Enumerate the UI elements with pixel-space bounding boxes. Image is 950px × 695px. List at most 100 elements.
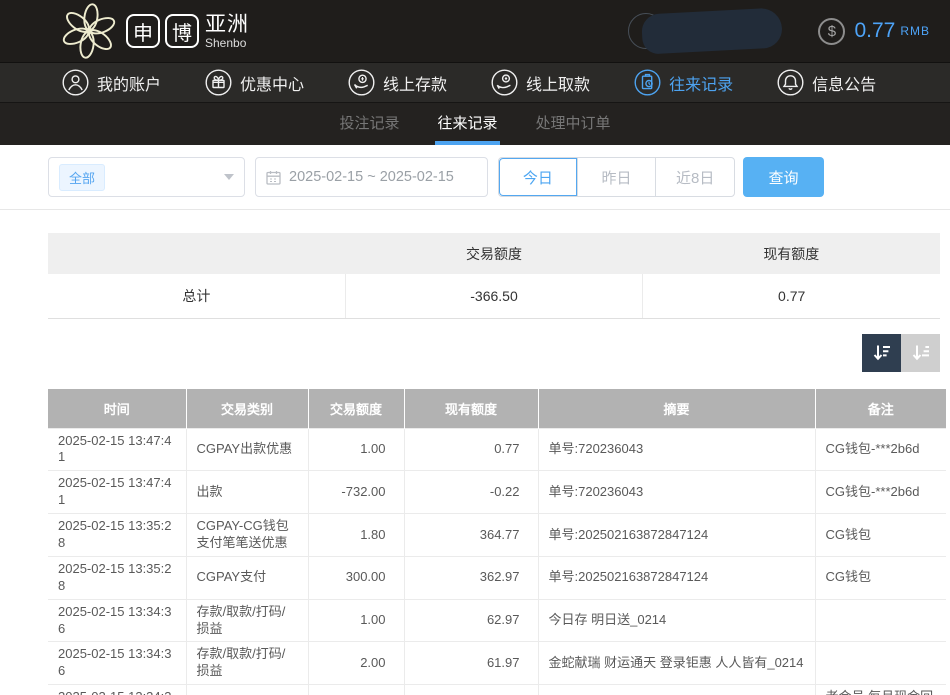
category-select[interactable]: 全部 [48,157,245,197]
table-row: 2025-02-15 13:34:36 存款/取款/打码/损益 2.00 61.… [48,642,946,685]
summary-total-label: 总计 [48,274,345,318]
nav-item-my-account[interactable]: 我的账户 [62,69,161,96]
cell-type: 存款/取款/打码/损益 [186,642,308,685]
cell-balance: 61.97 [404,642,538,685]
cell-note: 老会员 每月现金回馈 [815,685,946,695]
cell-balance: 362.97 [404,556,538,599]
quick-range-group: 今日 昨日 近8日 [498,157,735,197]
cell-summary: 单号:720236043 [538,428,815,471]
cell-time: 2025-02-15 13:47:41 [48,428,186,471]
summary-header-blank [48,233,345,274]
summary-balance-total: 0.77 [642,274,940,318]
table-row: 2025-02-15 13:34:33 活动优惠 58.00 59.97 老会员… [48,685,946,695]
cell-balance: -0.22 [404,471,538,514]
cell-note [815,642,946,685]
record-subtabs: 投注记录 往来记录 处理中订单 [0,102,950,145]
cell-amount: 2.00 [308,642,404,685]
nav-label: 优惠中心 [240,71,304,95]
cell-time: 2025-02-15 13:34:33 [48,685,186,695]
records-table: 时间 交易类别 交易额度 现有额度 摘要 备注 2025-02-15 13:47… [48,389,946,695]
redaction-blob [642,7,784,54]
sort-descending-button[interactable] [862,334,901,372]
summary-table: 交易额度 现有额度 总计 -366.50 0.77 [48,233,940,319]
cell-summary: 单号:202502163872847124 [538,514,815,557]
withdraw-icon [491,69,518,96]
user-icon [62,69,89,96]
cell-amount: 58.00 [308,685,404,695]
brand-logo[interactable]: 申 博 亚洲 Shenbo [60,3,249,59]
tab-transaction-records[interactable]: 往来记录 [435,103,499,145]
col-amount: 交易额度 [308,389,404,428]
col-type: 交易类别 [186,389,308,428]
range-last8days-button[interactable]: 近8日 [655,158,734,196]
sort-controls-row [0,334,950,372]
deposit-icon [348,69,375,96]
summary-transaction-total: -366.50 [345,274,643,318]
col-balance: 现有额度 [404,389,538,428]
table-row: 2025-02-15 13:35:28 CGPAY-CG钱包支付笔笔送优惠 1.… [48,514,946,557]
cell-summary: 今日存 明日送_0214 [538,599,815,642]
cell-type: 活动优惠 [186,685,308,695]
dollar-circle-icon: $ [818,18,845,45]
nav-item-withdraw[interactable]: 线上取款 [491,69,590,96]
cell-type: CGPAY-CG钱包支付笔笔送优惠 [186,514,308,557]
nav-item-announcements[interactable]: 信息公告 [777,69,876,96]
redacted-username [628,9,796,53]
cell-type: CGPAY支付 [186,556,308,599]
cell-note: CG钱包-***2b6d [815,428,946,471]
col-time: 时间 [48,389,186,428]
logo-char-shen: 申 [126,14,160,48]
summary-total-row: 总计 -366.50 0.77 [48,274,940,319]
table-row: 2025-02-15 13:34:36 存款/取款/打码/损益 1.00 62.… [48,599,946,642]
cell-amount: 1.00 [308,599,404,642]
query-button[interactable]: 查询 [743,157,824,197]
cell-type: CGPAY出款优惠 [186,428,308,471]
cell-summary: 金蛇献瑞 财运通天 登录钜惠 人人皆有_0214 [538,642,815,685]
balance-amount: 0.77 [854,19,895,43]
main-nav: 我的账户 优惠中心 线上存款 线上 [0,62,950,102]
col-note: 备注 [815,389,946,428]
cell-balance: 0.77 [404,428,538,471]
cell-time: 2025-02-15 13:35:28 [48,556,186,599]
nav-label: 信息公告 [812,71,876,95]
cell-note: CG钱包-***2b6d [815,471,946,514]
date-range-input[interactable]: 2025-02-15 ~ 2025-02-15 [255,157,488,197]
sort-ascending-icon [910,342,932,364]
nav-label: 线上存款 [383,71,447,95]
nav-label: 往来记录 [669,71,733,95]
category-selected-chip[interactable]: 全部 [59,164,105,191]
tab-pending-orders[interactable]: 处理中订单 [534,103,613,145]
table-row: 2025-02-15 13:47:41 CGPAY出款优惠 1.00 0.77 … [48,428,946,471]
cell-summary: 单号:720236043 [538,471,815,514]
nav-label: 我的账户 [97,71,161,95]
cell-time: 2025-02-15 13:34:36 [48,642,186,685]
bell-icon [777,69,804,96]
date-range-value: 2025-02-15 ~ 2025-02-15 [289,169,454,185]
cell-note [815,599,946,642]
nav-item-promotions[interactable]: 优惠中心 [205,69,304,96]
sort-ascending-button[interactable] [901,334,940,372]
cell-amount: 1.80 [308,514,404,557]
filter-bar: 全部 2025-02-15 ~ 2025-02-15 今日 昨日 近8日 查询 [0,145,950,210]
cell-summary [538,685,815,695]
nav-item-transaction-records[interactable]: 往来记录 [634,69,733,96]
nav-item-deposit[interactable]: 线上存款 [348,69,447,96]
records-header-row: 时间 交易类别 交易额度 现有额度 摘要 备注 [48,389,946,428]
logo-region-text: 亚洲 [205,14,249,35]
cell-time: 2025-02-15 13:34:36 [48,599,186,642]
cell-amount: 300.00 [308,556,404,599]
cell-note: CG钱包 [815,514,946,557]
tab-betting-records[interactable]: 投注记录 [337,103,401,145]
summary-header-row: 交易额度 现有额度 [48,233,940,274]
cell-time: 2025-02-15 13:47:41 [48,471,186,514]
cell-balance: 62.97 [404,599,538,642]
balance-currency: RMB [900,24,930,38]
cell-summary: 单号:202502163872847124 [538,556,815,599]
range-today-button[interactable]: 今日 [499,158,577,196]
flower-logo-icon [60,3,118,59]
cell-type: 存款/取款/打码/损益 [186,599,308,642]
cell-amount: -732.00 [308,471,404,514]
logo-subtitle: Shenbo [205,37,249,49]
cell-amount: 1.00 [308,428,404,471]
range-yesterday-button[interactable]: 昨日 [577,158,656,196]
